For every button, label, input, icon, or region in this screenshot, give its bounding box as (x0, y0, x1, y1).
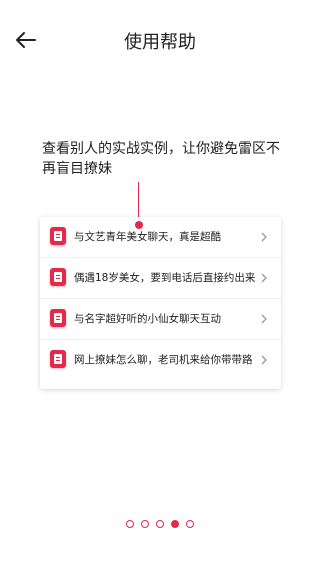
chevron-right-icon (261, 273, 267, 283)
header: 使用帮助 (0, 0, 320, 80)
page-dot[interactable] (171, 520, 179, 528)
tip-pointer-dot (134, 221, 143, 229)
document-icon (50, 227, 66, 245)
list-item[interactable]: 网上撩妹怎么聊，老司机来给你带带路 (40, 340, 281, 380)
chevron-right-icon (261, 314, 267, 324)
page-indicator (0, 520, 320, 528)
chevron-right-icon (261, 232, 267, 242)
page-dot[interactable] (126, 520, 134, 528)
list-item[interactable]: 与文艺青年美女聊天，真是超酷 (40, 217, 281, 258)
list-item-label: 与文艺青年美女聊天，真是超酷 (74, 231, 221, 243)
document-icon (50, 350, 66, 368)
list-item-label: 与名字超好听的小仙女聊天互动 (74, 313, 221, 325)
page-dot[interactable] (156, 520, 164, 528)
page-dot[interactable] (141, 520, 149, 528)
list-item-label: 网上撩妹怎么聊，老司机来给你带带路 (74, 354, 253, 366)
list-item[interactable]: 与名字超好听的小仙女聊天互动 (40, 299, 281, 340)
tip-text: 查看别人的实战实例，让你避免雷区不再盲目撩妹 (42, 141, 280, 177)
page-dot[interactable] (186, 520, 194, 528)
document-icon (50, 309, 66, 327)
list-item[interactable]: 偶遇18岁美女，要到电话后直接约出来 (40, 258, 281, 299)
document-icon (50, 268, 66, 286)
list-item-label: 偶遇18岁美女，要到电话后直接约出来 (74, 272, 256, 284)
chevron-right-icon (261, 355, 267, 365)
page-title: 使用帮助 (124, 32, 196, 53)
example-list-card: 与文艺青年美女聊天，真是超酷 偶遇18岁美女，要到电话后直接约出来 与名字超好听… (40, 217, 281, 389)
